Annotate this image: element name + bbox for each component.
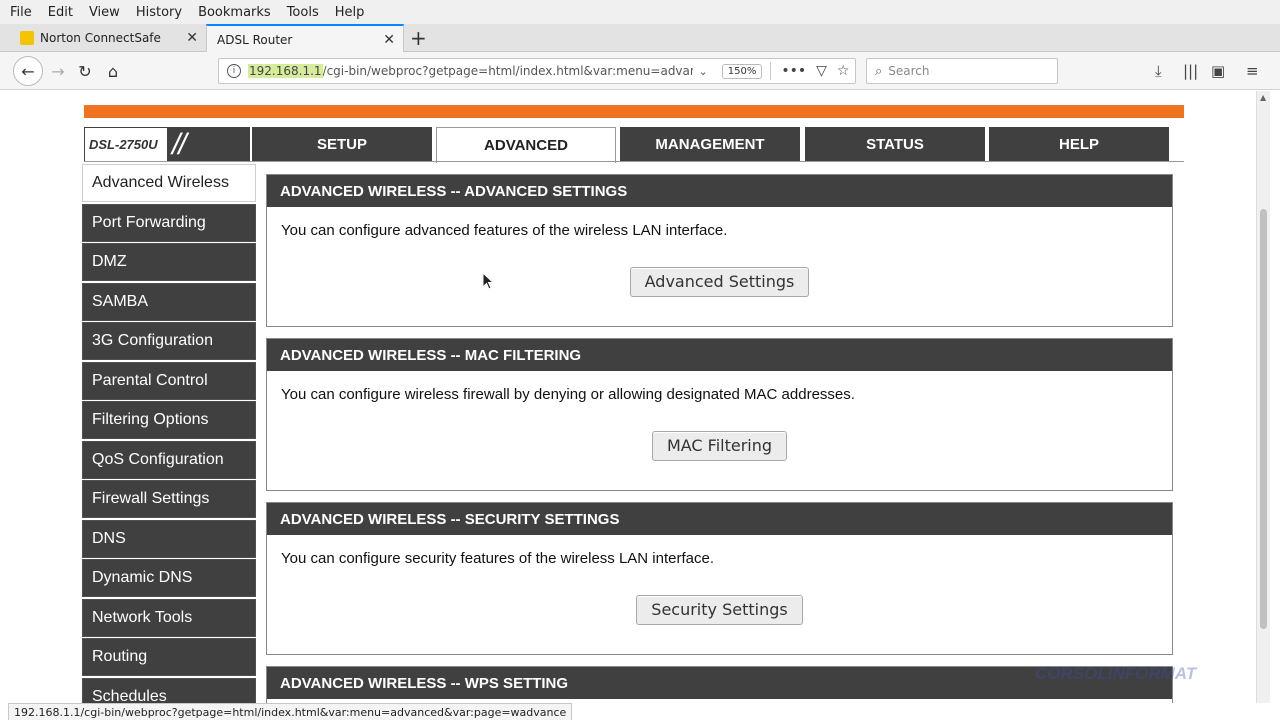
sidebar-item-port-forwarding[interactable]: Port Forwarding bbox=[82, 203, 256, 242]
watermark: CORSOLINFORMAT bbox=[1035, 664, 1197, 683]
menubar: File Edit View History Bookmarks Tools H… bbox=[0, 0, 1280, 24]
menu-help[interactable]: Help bbox=[335, 5, 365, 20]
divider bbox=[770, 62, 772, 80]
status-url: 192.168.1.1/cgi-bin/webproc?getpage=html… bbox=[8, 703, 573, 720]
info-icon[interactable]: i bbox=[227, 64, 241, 78]
library-icon[interactable]: ||| bbox=[1183, 62, 1198, 80]
tab-norton-connectsafe[interactable]: Norton ConnectSafe ✕ bbox=[10, 24, 206, 52]
norton-icon bbox=[20, 31, 34, 45]
page-content: DSL-2750U // SETUP ADVANCED MANAGEMENT S… bbox=[10, 91, 1256, 703]
orange-header-bar bbox=[84, 105, 1184, 118]
menu-view[interactable]: View bbox=[89, 5, 120, 20]
home-icon[interactable]: ⌂ bbox=[100, 58, 126, 84]
panel-description: You can configure advanced features of t… bbox=[281, 222, 728, 239]
url-bar[interactable]: i 192.168.1.1 /cgi-bin/webproc?getpage=h… bbox=[218, 58, 856, 84]
tab-help[interactable]: HELP bbox=[989, 127, 1169, 162]
sidebar-item-3g-configuration[interactable]: 3G Configuration bbox=[82, 322, 256, 360]
tab-setup[interactable]: SETUP bbox=[252, 127, 432, 162]
pocket-icon[interactable]: ▽ bbox=[816, 63, 827, 79]
menu-tools[interactable]: Tools bbox=[287, 5, 319, 20]
panel-title: ADVANCED WIRELESS -- MAC FILTERING bbox=[267, 339, 1172, 371]
sidebar-item-qos-configuration[interactable]: QoS Configuration bbox=[82, 440, 256, 479]
scroll-up-icon[interactable]: ▲ bbox=[1260, 93, 1266, 102]
tab-status[interactable]: STATUS bbox=[805, 127, 985, 162]
scrollbar[interactable]: ▲ bbox=[1256, 91, 1270, 703]
panel-description: You can configure security features of t… bbox=[281, 550, 715, 567]
panel-description: You can configure wireless firewall by d… bbox=[281, 386, 855, 403]
search-input[interactable]: ⌕ Search bbox=[866, 58, 1058, 84]
zoom-level[interactable]: 150% bbox=[721, 63, 763, 79]
search-placeholder: Search bbox=[888, 64, 930, 78]
menu-bookmarks[interactable]: Bookmarks bbox=[198, 5, 271, 20]
tab-management[interactable]: MANAGEMENT bbox=[620, 127, 800, 162]
brand-slashes: // bbox=[172, 128, 187, 161]
menu-file[interactable]: File bbox=[10, 5, 32, 20]
sidebar-item-dns[interactable]: DNS bbox=[82, 519, 256, 558]
sidebar-item-advanced-wireless[interactable]: Advanced Wireless bbox=[82, 164, 256, 202]
sidebar-item-dmz[interactable]: DMZ bbox=[82, 243, 256, 281]
brand-box: DSL-2750U // bbox=[84, 127, 250, 162]
url-path: /cgi-bin/webproc?getpage=html/index.html… bbox=[322, 64, 693, 78]
panel-title: ADVANCED WIRELESS -- ADVANCED SETTINGS bbox=[267, 175, 1172, 207]
new-tab-icon[interactable]: + bbox=[410, 26, 427, 50]
menu-history[interactable]: History bbox=[136, 5, 182, 20]
more-actions-icon[interactable]: ••• bbox=[781, 63, 806, 79]
download-icon[interactable]: ⤓ bbox=[1155, 62, 1162, 80]
back-button[interactable]: ← bbox=[13, 56, 43, 86]
sidebar: Advanced Wireless Port Forwarding DMZ SA… bbox=[82, 164, 256, 703]
chevron-down-icon[interactable]: ⌄ bbox=[699, 65, 708, 78]
tab-adsl-router[interactable]: ADSL Router ✕ bbox=[206, 24, 404, 53]
sidebar-icon[interactable]: ▣ bbox=[1211, 62, 1225, 80]
tab-advanced[interactable]: ADVANCED bbox=[436, 127, 616, 163]
hamburger-menu-icon[interactable]: ≡ bbox=[1246, 62, 1259, 80]
menu-edit[interactable]: Edit bbox=[48, 5, 73, 20]
sidebar-item-routing[interactable]: Routing bbox=[82, 638, 256, 676]
sidebar-item-samba[interactable]: SAMBA bbox=[82, 282, 256, 321]
sidebar-item-dynamic-dns[interactable]: Dynamic DNS bbox=[82, 559, 256, 597]
security-settings-button[interactable]: Security Settings bbox=[636, 595, 803, 625]
advanced-settings-button[interactable]: Advanced Settings bbox=[629, 267, 810, 297]
sidebar-item-schedules[interactable]: Schedules bbox=[82, 677, 256, 703]
panel-mac-filtering: ADVANCED WIRELESS -- MAC FILTERING You c… bbox=[266, 338, 1173, 491]
panel-title: ADVANCED WIRELESS -- SECURITY SETTINGS bbox=[267, 503, 1172, 535]
sidebar-item-filtering-options[interactable]: Filtering Options bbox=[82, 401, 256, 439]
search-icon: ⌕ bbox=[875, 63, 883, 79]
panel-security-settings: ADVANCED WIRELESS -- SECURITY SETTINGS Y… bbox=[266, 502, 1173, 655]
tab-label: ADSL Router bbox=[217, 32, 293, 47]
mac-filtering-button[interactable]: MAC Filtering bbox=[651, 431, 788, 461]
reload-button[interactable]: ↻ bbox=[72, 58, 98, 84]
sidebar-item-network-tools[interactable]: Network Tools bbox=[82, 598, 256, 637]
close-tab-icon[interactable]: ✕ bbox=[186, 30, 198, 46]
navigation-bar: ← → ↻ ⌂ i 192.168.1.1 /cgi-bin/webproc?g… bbox=[0, 52, 1280, 90]
url-host: 192.168.1.1 bbox=[248, 64, 323, 78]
scrollbar-thumb[interactable] bbox=[1260, 209, 1267, 629]
model-name: DSL-2750U bbox=[84, 127, 168, 162]
sidebar-item-firewall-settings[interactable]: Firewall Settings bbox=[82, 480, 256, 518]
divider bbox=[84, 161, 1184, 162]
bookmark-star-icon[interactable]: ☆ bbox=[837, 63, 850, 79]
forward-button[interactable]: → bbox=[45, 58, 71, 84]
window-edge bbox=[1270, 91, 1280, 703]
tab-label: Norton ConnectSafe bbox=[40, 31, 161, 45]
sidebar-item-parental-control[interactable]: Parental Control bbox=[82, 361, 256, 400]
tab-strip: Norton ConnectSafe ✕ ADSL Router ✕ + bbox=[0, 24, 1280, 53]
close-tab-icon[interactable]: ✕ bbox=[383, 32, 395, 48]
panel-advanced-settings: ADVANCED WIRELESS -- ADVANCED SETTINGS Y… bbox=[266, 174, 1173, 327]
